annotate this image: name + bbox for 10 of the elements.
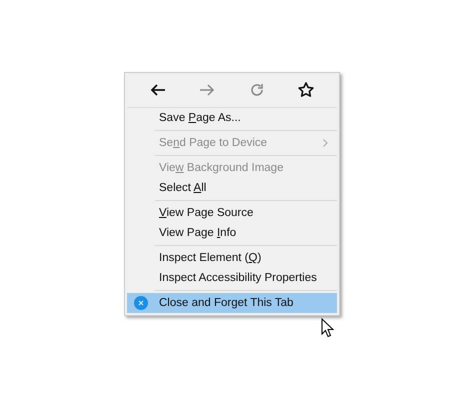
menu-item[interactable]: Inspect Element (Q) [127, 248, 337, 268]
menu-item[interactable]: Inspect Accessibility Properties [127, 268, 337, 288]
menu-item[interactable]: Close and Forget This Tab [127, 293, 337, 313]
menu-item[interactable]: View Page Info [127, 223, 337, 243]
mouse-pointer-icon [321, 318, 334, 338]
menu-item[interactable]: Select All [127, 178, 337, 198]
star-icon[interactable] [297, 81, 316, 99]
close-icon [134, 296, 148, 310]
menu-item[interactable]: View Page Source [127, 203, 337, 223]
menu-item[interactable]: Save Page As... [127, 108, 337, 128]
